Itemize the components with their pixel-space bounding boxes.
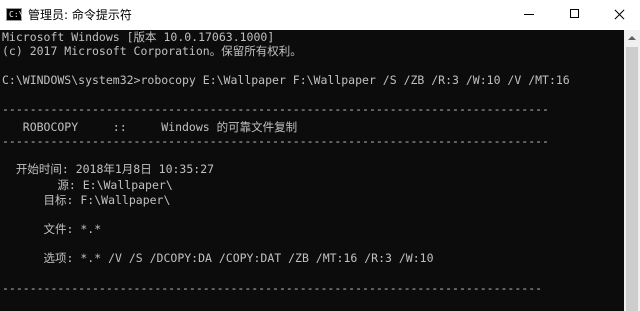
scroll-up-arrow-icon[interactable] <box>624 30 640 46</box>
scroll-thumb[interactable] <box>626 47 638 311</box>
separator-line: ----------------------------------------… <box>2 134 549 148</box>
minimize-button[interactable] <box>506 0 552 30</box>
vertical-scrollbar[interactable] <box>624 30 640 311</box>
source-line: 源: E:\Wallpaper\ <box>2 178 173 192</box>
separator-line: ----------------------------------------… <box>2 281 543 295</box>
cmd-icon: C:\ <box>6 8 24 21</box>
window-title: 管理员: 命令提示符 <box>28 8 132 22</box>
maximize-button[interactable] <box>552 0 598 30</box>
start-time-line: 开始时间: 2018年1月8日 10:35:27 <box>2 162 215 176</box>
target-line: 目标: F:\Wallpaper\ <box>2 193 171 207</box>
files-line: 文件: *.* <box>2 222 102 236</box>
options-line: 选项: *.* /V /S /DCOPY:DA /COPY:DAT /ZB /M… <box>2 251 434 265</box>
separator-line: ----------------------------------------… <box>2 102 549 116</box>
console-output[interactable]: Microsoft Windows [版本 10.0.17063.1000] (… <box>0 30 624 311</box>
title-bar[interactable]: C:\ 管理员: 命令提示符 <box>0 0 640 30</box>
cmd-window: C:\ 管理员: 命令提示符 Microsoft Windows [版本 10.… <box>0 0 640 311</box>
version-line: Microsoft Windows [版本 10.0.17063.1000] <box>2 30 275 44</box>
close-button[interactable] <box>598 0 640 30</box>
robocopy-banner: ROBOCOPY :: Windows 的可靠文件复制 <box>2 120 298 134</box>
command-prompt-line: C:\WINDOWS\system32>robocopy E:\Wallpape… <box>2 73 570 87</box>
copyright-line: (c) 2017 Microsoft Corporation。保留所有权利。 <box>2 44 302 58</box>
cmd-icon-text: C:\ <box>9 10 24 19</box>
